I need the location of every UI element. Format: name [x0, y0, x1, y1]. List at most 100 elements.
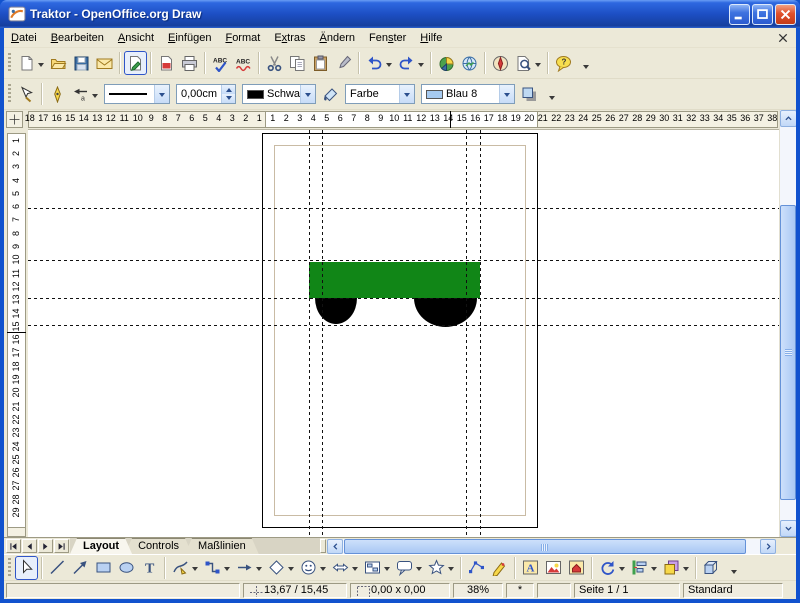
toolbar-grip[interactable]: [8, 84, 11, 104]
tractor-body-shape[interactable]: [309, 262, 480, 298]
email-button[interactable]: [93, 51, 116, 75]
menu-ndern[interactable]: Ändern: [313, 29, 362, 47]
snap-guide-vertical[interactable]: [466, 130, 467, 537]
toolbar-options-icon[interactable]: [726, 557, 738, 579]
snap-guide-horizontal[interactable]: [28, 298, 779, 299]
tab-layout[interactable]: Layout: [70, 538, 132, 554]
dropdown-arrow-icon[interactable]: [535, 63, 541, 70]
arrow-style-button[interactable]: a: [69, 82, 101, 106]
export-pdf-button[interactable]: [155, 51, 178, 75]
tab-malinien[interactable]: Maßlinien: [185, 538, 259, 554]
snap-guide-horizontal[interactable]: [28, 208, 779, 209]
line-color-combo[interactable]: Schwar: [242, 84, 316, 104]
new-document-button[interactable]: [15, 51, 47, 75]
snap-guide-horizontal[interactable]: [28, 260, 779, 261]
block-arrow-button[interactable]: [233, 556, 265, 580]
horizontal-scroll-thumb[interactable]: [344, 539, 746, 554]
zoom-button[interactable]: [512, 51, 544, 75]
menu-extras[interactable]: Extras: [267, 29, 312, 47]
shadow-button[interactable]: [518, 82, 541, 106]
tab-controls[interactable]: Controls: [125, 538, 192, 554]
chart-button[interactable]: [435, 51, 458, 75]
navigator-button[interactable]: [489, 51, 512, 75]
star-button[interactable]: [425, 556, 457, 580]
close-button[interactable]: [775, 4, 796, 25]
edit-points-mode-button[interactable]: [15, 82, 38, 106]
snap-guide-vertical[interactable]: [309, 130, 310, 537]
symbol-shapes-button[interactable]: [297, 556, 329, 580]
line-width-value[interactable]: 0,00cm: [181, 88, 217, 100]
snap-guide-vertical[interactable]: [322, 130, 323, 537]
previous-page-icon[interactable]: [22, 539, 37, 553]
snap-guide-vertical[interactable]: [480, 130, 481, 537]
dropdown-arrow-icon[interactable]: [386, 63, 392, 70]
text-button[interactable]: T: [138, 556, 161, 580]
dropdown-arrow-icon[interactable]: [192, 567, 198, 574]
scroll-down-icon[interactable]: [780, 520, 796, 537]
spellcheck-button[interactable]: ABC: [209, 51, 232, 75]
arrange-button[interactable]: [660, 556, 692, 580]
next-page-icon[interactable]: [38, 539, 53, 553]
dropdown-arrow-icon[interactable]: [352, 567, 358, 574]
fill-type-combo[interactable]: Farbe: [345, 84, 415, 104]
toolbar-options-icon[interactable]: [578, 52, 590, 74]
line-button[interactable]: [46, 556, 69, 580]
combo-dropdown-button[interactable]: [399, 85, 414, 103]
pane-splitter[interactable]: [320, 539, 326, 553]
paste-button[interactable]: [309, 51, 332, 75]
dropdown-arrow-icon[interactable]: [256, 567, 262, 574]
arrow-button[interactable]: [69, 556, 92, 580]
connector-button[interactable]: [201, 556, 233, 580]
fontwork-button[interactable]: A: [519, 556, 542, 580]
ellipse-button[interactable]: [115, 556, 138, 580]
rectangle-button[interactable]: [92, 556, 115, 580]
print-button[interactable]: [178, 51, 201, 75]
block-arrows-button[interactable]: [329, 556, 361, 580]
last-page-icon[interactable]: [54, 539, 69, 553]
toolbar-grip[interactable]: [8, 558, 11, 578]
menu-datei[interactable]: Datei: [4, 29, 44, 47]
titlebar[interactable]: Traktor - OpenOffice.org Draw: [0, 0, 800, 28]
menu-hilfe[interactable]: Hilfe: [413, 29, 449, 47]
vertical-scrollbar[interactable]: [779, 110, 796, 537]
flowchart-button[interactable]: [361, 556, 393, 580]
dropdown-arrow-icon[interactable]: [320, 567, 326, 574]
combo-dropdown-button[interactable]: [154, 85, 169, 103]
dropdown-arrow-icon[interactable]: [288, 567, 294, 574]
auto-spellcheck-button[interactable]: ABC: [232, 51, 255, 75]
dropdown-arrow-icon[interactable]: [418, 63, 424, 70]
extrusion-button[interactable]: [700, 556, 723, 580]
drawing-canvas[interactable]: [28, 130, 779, 537]
close-document-icon[interactable]: [776, 31, 790, 45]
menu-format[interactable]: Format: [218, 29, 267, 47]
line-dialog-button[interactable]: [46, 82, 69, 106]
status-zoom-field[interactable]: 38%: [453, 583, 503, 598]
edit-points-button[interactable]: [465, 556, 488, 580]
vertical-ruler[interactable]: 1234567891011121314151617181920212223242…: [6, 130, 28, 537]
line-width-spinner[interactable]: 0,00cm: [176, 84, 236, 104]
scroll-left-icon[interactable]: [327, 539, 343, 554]
dropdown-arrow-icon[interactable]: [448, 567, 454, 574]
gallery-button[interactable]: [458, 51, 481, 75]
dropdown-arrow-icon[interactable]: [38, 63, 44, 70]
gallery-frame-button[interactable]: [565, 556, 588, 580]
status-style-field[interactable]: Standard: [683, 583, 783, 598]
dropdown-arrow-icon[interactable]: [683, 567, 689, 574]
redo-button[interactable]: [395, 51, 427, 75]
maximize-button[interactable]: [752, 4, 773, 25]
callout-button[interactable]: [393, 556, 425, 580]
snap-guide-horizontal[interactable]: [28, 325, 779, 326]
dropdown-arrow-icon[interactable]: [384, 567, 390, 574]
basic-shapes-button[interactable]: [265, 556, 297, 580]
ruler-origin-icon[interactable]: [6, 111, 23, 128]
curve-button[interactable]: [169, 556, 201, 580]
edit-file-button[interactable]: [124, 51, 147, 75]
undo-button[interactable]: [363, 51, 395, 75]
scroll-up-icon[interactable]: [780, 110, 796, 127]
scroll-right-icon[interactable]: [760, 539, 776, 554]
toolbar-options-icon[interactable]: [544, 83, 556, 105]
spin-up-button[interactable]: [222, 85, 235, 94]
dropdown-arrow-icon[interactable]: [92, 94, 98, 101]
fill-color-combo[interactable]: Blau 8: [421, 84, 515, 104]
area-dialog-button[interactable]: [319, 82, 342, 106]
